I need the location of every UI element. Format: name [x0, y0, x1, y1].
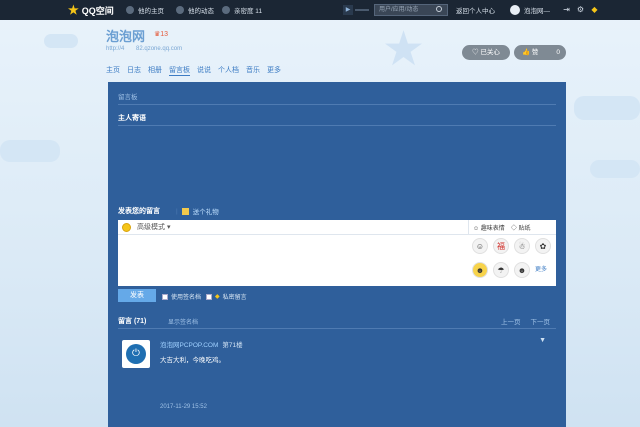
next-page-link[interactable]: 下一页	[531, 316, 551, 326]
emoji-tabs: ☺ 趣味表情 ◇ 贴纸	[468, 220, 556, 235]
checkbox[interactable]	[206, 293, 212, 300]
send-button[interactable]: 发表	[118, 289, 156, 302]
compose-title: 发表您的留言	[118, 208, 160, 215]
avatar[interactable]: ⏻	[122, 340, 150, 368]
emoji-grid: ☺ 福 ☃ ✿ ☻ ☂ ☻ 更多	[470, 236, 556, 286]
prev-page-link[interactable]: 上一页	[501, 316, 521, 326]
more-emoji-link[interactable]: 更多	[535, 262, 554, 284]
tab-home[interactable]: 主页	[106, 65, 120, 76]
message-board-panel: 留言板 主人寄语 发表您的留言 | 送个礼物 高级模式 ▾ ☺ 趣味表情 ◇ 贴…	[108, 82, 566, 427]
emoji-item[interactable]: ✿	[535, 238, 551, 254]
message-editor[interactable]: 高级模式 ▾ ☺ 趣味表情 ◇ 贴纸 ☺ 福 ☃ ✿ ☻ ☂ ☻ 更多	[118, 220, 556, 286]
emoji-item[interactable]: ☂	[493, 262, 509, 278]
gear-icon[interactable]: ⚙	[576, 5, 585, 14]
heart-icon: ♡	[472, 49, 479, 56]
like-count: 0	[556, 49, 560, 56]
tab-album[interactable]: 相册	[148, 65, 162, 76]
nav-his-feed[interactable]: 他的动态	[176, 5, 214, 15]
checkbox[interactable]	[162, 293, 168, 300]
music-progress[interactable]	[355, 9, 369, 11]
author-link[interactable]: 泡泡网PCPOP.COM	[160, 339, 218, 349]
emoji-item[interactable]: ☻	[472, 262, 488, 278]
like-button[interactable]: 👍 赞 0	[514, 45, 566, 60]
message-time: 2017-11-29 15:52	[160, 404, 207, 410]
tab-more[interactable]: 更多	[267, 65, 281, 76]
emoji-item[interactable]: ☻	[514, 262, 530, 278]
star-decoration: ★	[382, 23, 426, 76]
pager: 上一页 下一页	[501, 316, 550, 326]
tab-fun-emoji[interactable]: ☺ 趣味表情	[473, 223, 505, 232]
site-url[interactable]: http://4 82.qzone.qq.com	[106, 46, 182, 52]
tab-blog[interactable]: 日志	[127, 65, 141, 76]
divider	[118, 125, 556, 126]
editor-mode-select[interactable]: 高级模式 ▾	[137, 222, 170, 232]
search-icon[interactable]	[436, 6, 442, 12]
emoji-item[interactable]: ☺	[472, 238, 488, 254]
tab-music[interactable]: 音乐	[246, 65, 260, 76]
nav-intimacy[interactable]: 亲密度 11	[222, 5, 262, 15]
thumb-up-icon: 👍	[522, 49, 531, 56]
heart-icon	[222, 6, 230, 14]
cloud-decoration	[44, 34, 78, 48]
level-badge: ♛13	[154, 31, 169, 38]
power-icon: ⏻	[126, 344, 146, 364]
user-menu[interactable]: 泡泡网—	[510, 5, 550, 15]
breadcrumb: 留言板	[118, 94, 138, 101]
play-icon[interactable]: ▶	[343, 5, 353, 15]
floor-number: 第71楼	[222, 342, 243, 349]
owner-message-title: 主人寄语	[118, 115, 146, 122]
gift-icon	[181, 207, 189, 215]
tab-shuoshuo[interactable]: 说说	[197, 65, 211, 76]
cloud-decoration	[0, 140, 60, 162]
use-signature-option[interactable]: 使用签名档	[162, 292, 201, 301]
diamond-icon: ◆	[215, 294, 220, 300]
tab-sticker[interactable]: ◇ 贴纸	[511, 223, 531, 232]
send-gift-link[interactable]: | 送个礼物	[176, 206, 219, 216]
chevron-down-icon[interactable]: ▼	[539, 337, 546, 344]
site-title[interactable]: 泡泡网	[106, 26, 145, 45]
message-author: 泡泡网PCPOP.COM 第71楼	[160, 339, 243, 349]
profile-nav: 主页 日志 相册 留言板 说说 个人档 音乐 更多	[106, 65, 281, 76]
top-bar: ★ QQ空间 他的主页 他的动态 亲密度 11 ▶ 用户/应用/动态 返回个人中…	[0, 0, 640, 20]
nav-his-home[interactable]: 他的主页	[126, 5, 164, 15]
cloud-decoration	[590, 160, 640, 178]
emoji-icon[interactable]	[122, 222, 131, 232]
logout-icon[interactable]: ⇥	[562, 5, 571, 14]
star-icon: ★	[68, 3, 79, 17]
emoji-item[interactable]: ☃	[514, 238, 530, 254]
user-avatar	[510, 5, 520, 15]
messages-count: 留言 (71)	[118, 318, 147, 325]
logo-text: QQ空间	[81, 5, 114, 16]
feed-icon	[176, 6, 184, 14]
diamond-icon[interactable]: ◆	[590, 5, 599, 14]
emoji-item[interactable]: 福	[493, 238, 509, 254]
tab-profile[interactable]: 个人档	[218, 65, 239, 76]
private-message-option[interactable]: ◆ 私密留言	[206, 292, 247, 301]
divider	[118, 104, 556, 105]
follow-button[interactable]: ♡ 已关心	[462, 45, 510, 60]
tab-message-board[interactable]: 留言板	[169, 65, 190, 76]
message-text: 大吉大利，今晚吃鸡。	[160, 357, 225, 364]
qzone-logo[interactable]: ★ QQ空间	[68, 3, 114, 17]
show-signature-link[interactable]: 显示签名档	[168, 317, 198, 326]
personal-center-link[interactable]: 返回个人中心	[456, 5, 495, 15]
divider	[118, 328, 556, 329]
cloud-decoration	[574, 96, 640, 120]
home-icon	[126, 6, 134, 14]
